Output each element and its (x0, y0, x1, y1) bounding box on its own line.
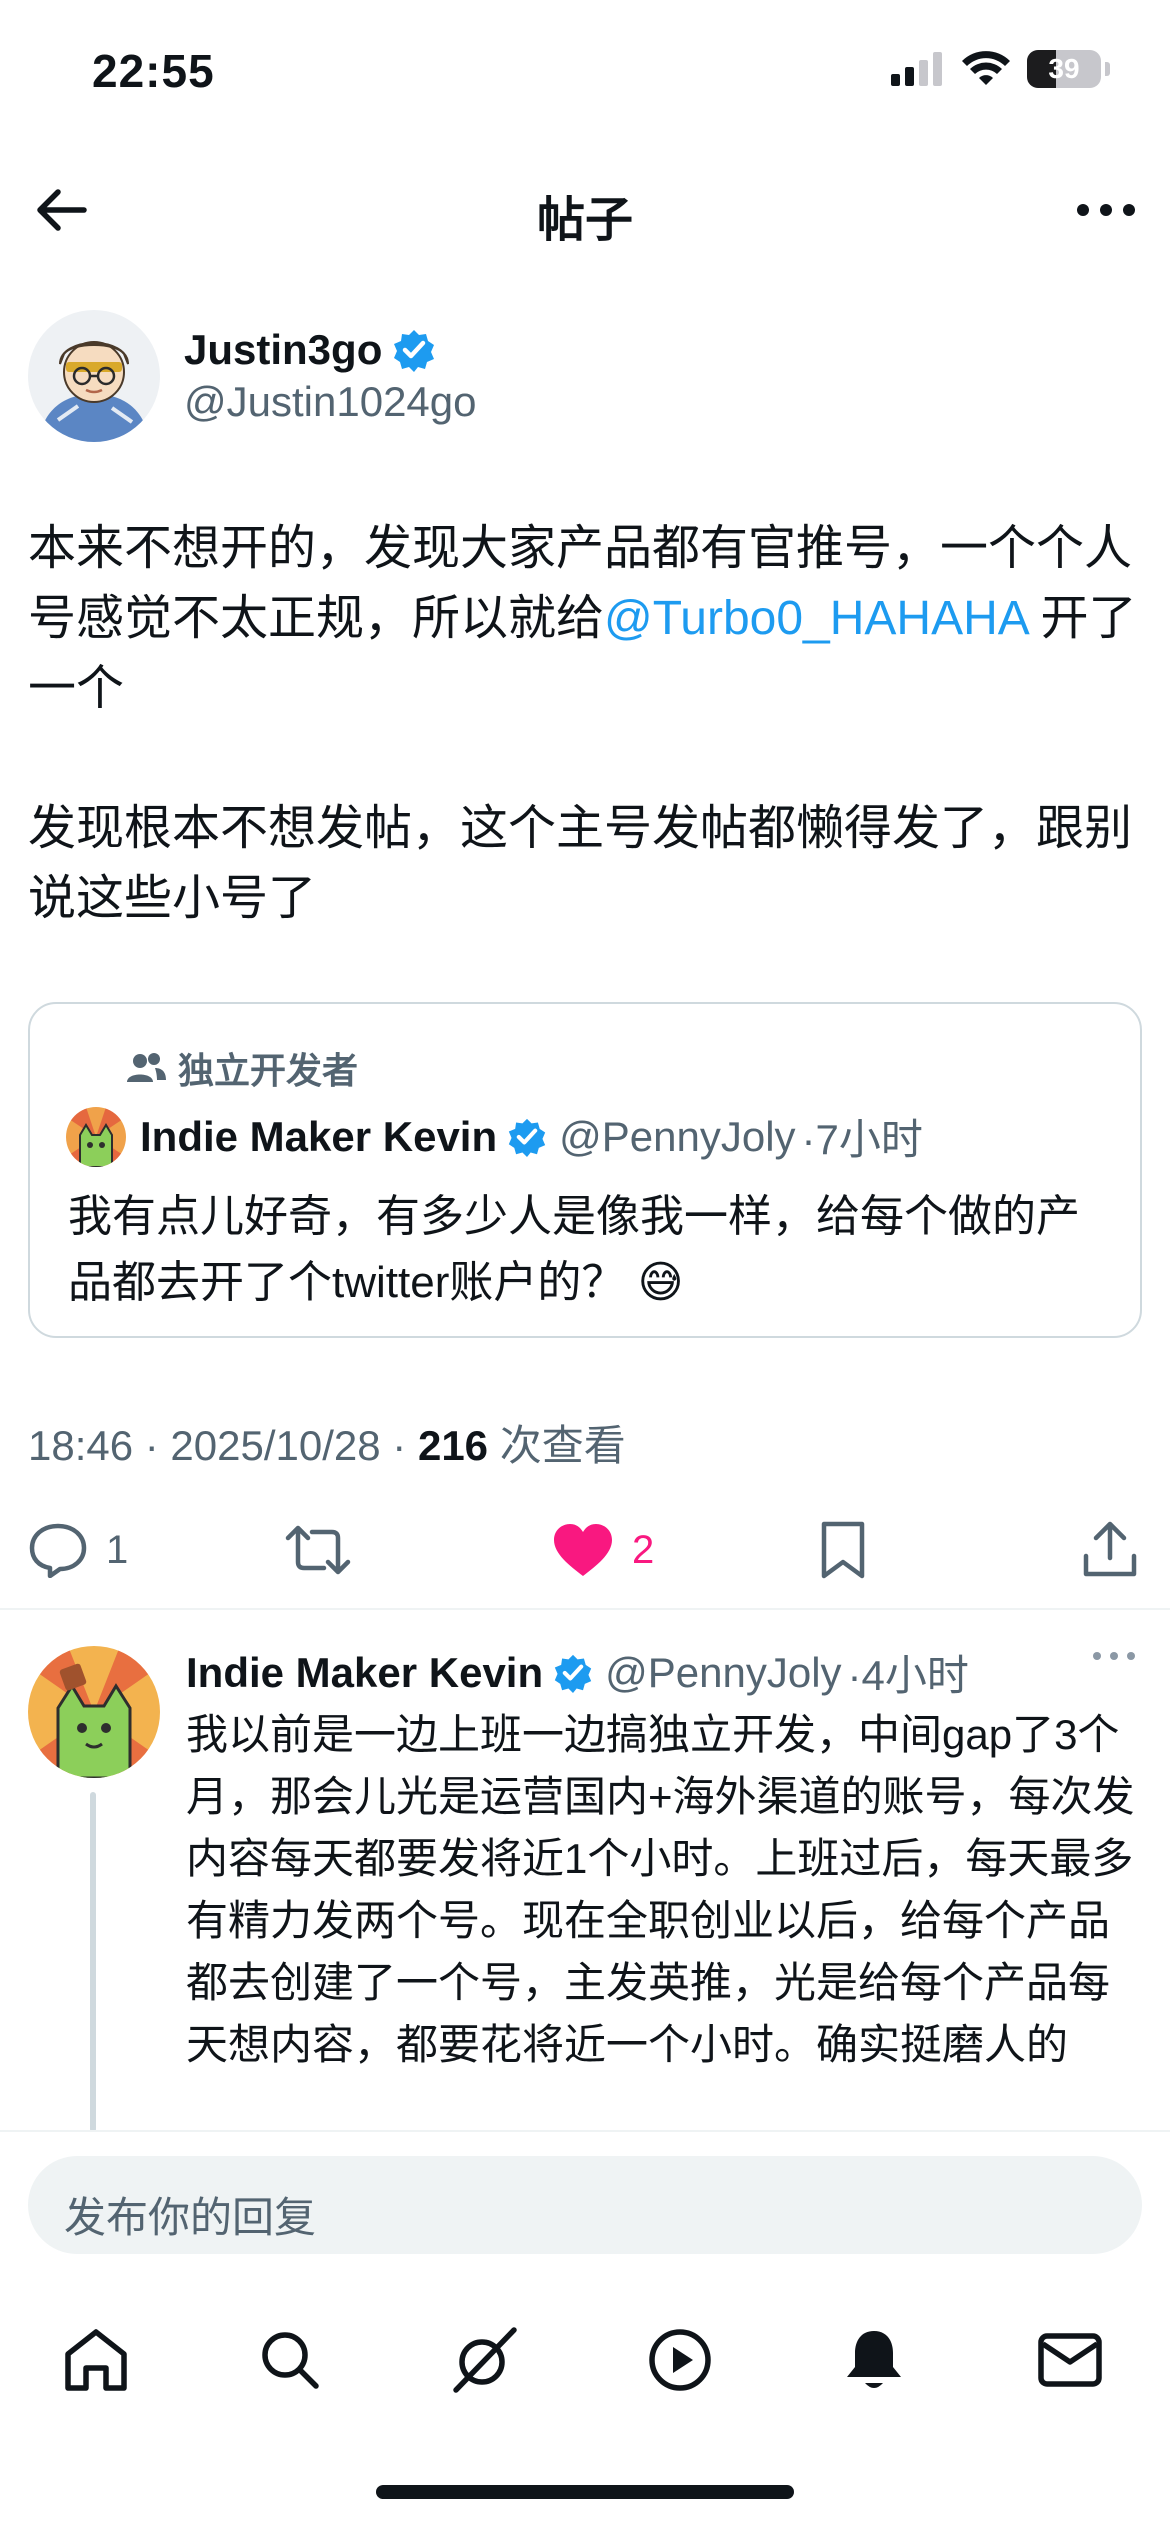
quote-author-handle[interactable]: @PennyJoly (559, 1113, 795, 1161)
notifications-bell-icon (847, 2331, 901, 2388)
heart-filled-icon (554, 1524, 612, 1576)
reply-icon (29, 1523, 87, 1578)
share-button[interactable] (1082, 1518, 1138, 1582)
more-icon (1093, 1652, 1135, 1660)
author-display-name[interactable]: Justin3go (184, 326, 382, 374)
post-meta-line: 18:46 · 2025/10/28 · 216 次查看 (28, 1412, 626, 1473)
views-count[interactable]: 216 (418, 1422, 488, 1469)
home-indicator[interactable] (376, 2485, 794, 2499)
post-body: 本来不想开的，发现大家产品都有官推号，一个个人号感觉不太正规，所以就给@Turb… (28, 514, 1142, 934)
cat-avatar-illustration (66, 1106, 126, 1167)
divider (0, 1608, 1170, 1610)
quote-author-avatar[interactable] (66, 1106, 126, 1167)
share-icon (1083, 1521, 1137, 1577)
search-icon (262, 2332, 319, 2389)
bookmark-button[interactable] (818, 1518, 868, 1582)
page-title: 帖子 (536, 194, 633, 247)
tab-home[interactable] (56, 2320, 136, 2400)
reply-author-handle[interactable]: @PennyJoly (605, 1649, 841, 1697)
verified-badge-icon[interactable] (553, 1653, 593, 1693)
home-icon (65, 2329, 127, 2391)
views-label: 次查看 (488, 1422, 626, 1469)
tab-messages[interactable] (1030, 2320, 1110, 2400)
bottom-tab-bar (0, 2290, 1170, 2420)
grok-icon (453, 2327, 517, 2393)
mention-link[interactable]: @Turbo0_HAHAHA (604, 592, 1027, 645)
reply-timestamp: ·4小时 (847, 1652, 969, 1699)
quote-timestamp: ·7小时 (801, 1116, 923, 1163)
repost-button[interactable] (284, 1518, 352, 1582)
post-timestamp: 18:46 · 2025/10/28 · (28, 1422, 418, 1469)
battery-cap (1105, 62, 1110, 76)
author-handle[interactable]: @Justin1024go (184, 378, 477, 426)
thread-line (90, 1792, 96, 2130)
verified-badge-icon[interactable] (392, 328, 436, 372)
community-icon (127, 1053, 166, 1082)
tab-search[interactable] (250, 2320, 330, 2400)
post-paragraph-1: 本来不想开的，发现大家产品都有官推号，一个个人号感觉不太正规，所以就给@Turb… (28, 514, 1142, 724)
main-post: Justin3go @Justin1024go 本来不想开的，发现大家产品都有官… (28, 310, 1142, 934)
divider (0, 2130, 1170, 2132)
tab-notifications[interactable] (834, 2320, 914, 2400)
reply-author-avatar[interactable] (28, 1646, 160, 1778)
battery-percent: 39 (1048, 53, 1080, 84)
quote-text: 我有点儿好奇，有多少人是像我一样，给每个做的产品都去开了个twitter账户的？… (68, 1192, 1080, 1307)
bookmark-icon (821, 1521, 865, 1579)
nav-bar: 帖子 (0, 150, 1170, 262)
reply-input-placeholder: 发布你的回复 (64, 2194, 317, 2241)
reply-input[interactable]: 发布你的回复 (28, 2156, 1142, 2254)
reply-post[interactable]: Indie Maker Kevin @PennyJoly ·4小时 我以前是一边… (0, 1612, 1170, 2130)
reply-count: 1 (106, 1527, 129, 1572)
messages-mail-icon (1038, 2333, 1102, 2387)
author-avatar[interactable] (28, 310, 160, 442)
more-icon (1077, 204, 1135, 216)
tab-grok[interactable] (444, 2320, 524, 2400)
verified-badge-icon[interactable] (507, 1117, 547, 1157)
community-label[interactable]: 独立开发者 (126, 1042, 358, 1094)
battery-indicator: 39 (1027, 50, 1101, 88)
quote-author-row: Indie Maker Kevin @PennyJoly ·7小时 (66, 1106, 923, 1167)
like-count: 2 (632, 1527, 655, 1572)
reply-more-button[interactable] (1092, 1648, 1136, 1666)
repost-icon (285, 1525, 351, 1575)
status-icons: 39 (891, 50, 1110, 88)
quoted-post-card[interactable]: 独立开发者 Indie Maker Kevin @PennyJoly ·7小时 … (28, 1002, 1142, 1338)
avatar-illustration (28, 310, 160, 442)
author-meta: Justin3go @Justin1024go (184, 326, 477, 426)
cellular-signal-icon (891, 52, 942, 86)
community-name: 独立开发者 (178, 1050, 359, 1091)
reply-button[interactable]: 1 (28, 1518, 128, 1582)
status-time: 22:55 (92, 45, 215, 97)
video-play-icon (649, 2329, 711, 2391)
cat-avatar-illustration (28, 1646, 160, 1778)
like-button[interactable]: 2 (552, 1518, 654, 1582)
post-author-row: Justin3go @Justin1024go (28, 310, 1142, 442)
post-paragraph-2: 发现根本不想发帖，这个主号发帖都懒得发了，跟别说这些小号了 (28, 802, 1133, 925)
reply-text: 我以前是一边上班一边搞独立开发，中间gap了3个月，那会儿光是运营国内+海外渠道… (186, 1711, 1135, 2068)
reply-author-row: Indie Maker Kevin @PennyJoly ·4小时 (186, 1642, 969, 1703)
post-action-bar: 1 2 (0, 1500, 1170, 1600)
wifi-icon (962, 51, 1010, 85)
more-options-button[interactable] (1070, 178, 1142, 242)
status-bar: 22:55 39 (0, 0, 1170, 150)
author-name-row: Justin3go (184, 326, 477, 374)
quote-author-name[interactable]: Indie Maker Kevin (140, 1113, 497, 1161)
reply-composer-bar: 发布你的回复 (0, 2130, 1170, 2280)
tab-video[interactable] (640, 2320, 720, 2400)
reply-author-name[interactable]: Indie Maker Kevin (186, 1649, 543, 1697)
